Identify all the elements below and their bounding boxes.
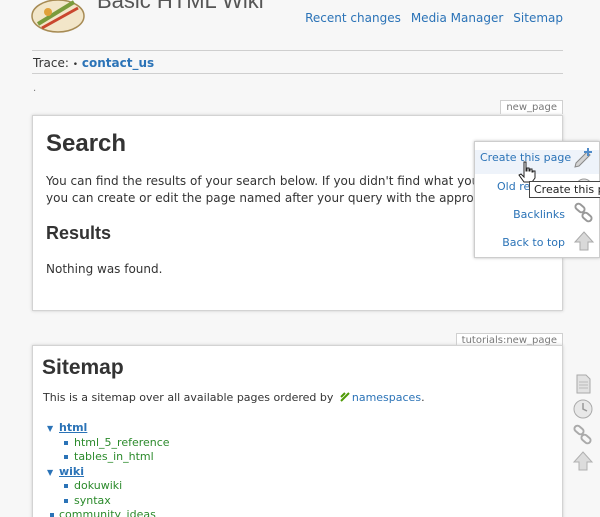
header-divider <box>32 50 563 51</box>
hand-cursor-icon <box>518 161 536 183</box>
namespace-html-link[interactable]: html <box>59 421 87 436</box>
namespace-wiki-link[interactable]: wiki <box>59 465 84 480</box>
recent-changes-link[interactable]: Recent changes <box>305 11 401 25</box>
wiki-logo <box>31 0 85 33</box>
arrow-up-icon[interactable] <box>572 450 594 472</box>
bullet-icon <box>50 513 54 517</box>
bullet-icon <box>64 484 68 488</box>
tree-page-row: html_5_reference <box>47 436 347 451</box>
page-title: Search <box>46 130 127 157</box>
page-tools-panel: Create this page Old re Backlinks Back t… <box>474 141 600 258</box>
tree-namespace-row: ▼ html <box>47 421 347 436</box>
page-link-community-ideas[interactable]: community_ideas <box>59 508 156 517</box>
sitemap-link[interactable]: Sitemap <box>513 11 563 25</box>
results-text: Nothing was found. <box>46 262 163 276</box>
trace-label: Trace: <box>33 56 69 70</box>
search-intro-line-2: you can create or edit the page named af… <box>46 191 474 205</box>
namespace-icon <box>340 392 350 402</box>
chain-link-icon[interactable] <box>573 202 595 224</box>
site-tools-nav: Recent changes Media Manager Sitemap <box>305 11 563 25</box>
results-heading: Results <box>46 223 112 243</box>
sitemap-tree: ▼ html html_5_reference tables_in_html ▼… <box>47 421 347 517</box>
tooltip: Create this pa <box>529 181 600 198</box>
arrow-up-icon[interactable] <box>573 230 595 252</box>
page-link-tables-in-html[interactable]: tables_in_html <box>74 450 154 465</box>
bullet-icon <box>64 498 68 503</box>
tree-namespace-row: ▼ wiki <box>47 465 347 480</box>
trace-divider <box>32 73 563 74</box>
back-to-top-tool[interactable]: Back to top <box>502 236 565 249</box>
clock-icon[interactable] <box>572 398 594 420</box>
chain-link-icon[interactable] <box>572 424 594 446</box>
sitemap-intro-end: . <box>421 391 425 404</box>
tree-page-row: syntax <box>47 494 347 509</box>
page-link-dokuwiki[interactable]: dokuwiki <box>74 479 122 494</box>
expanded-bullet-icon: ▼ <box>47 467 54 477</box>
media-manager-link[interactable]: Media Manager <box>411 11 503 25</box>
page-link-syntax[interactable]: syntax <box>74 494 111 509</box>
page-link-html-5-reference[interactable]: html_5_reference <box>74 436 170 451</box>
pencil-plus-icon[interactable] <box>573 146 595 168</box>
sitemap-intro: This is a sitemap over all available pag… <box>43 388 425 408</box>
site-title[interactable]: Basic HTML Wiki <box>97 0 264 14</box>
sitemap-title: Sitemap <box>42 356 124 379</box>
trace-contact-us-link[interactable]: contact_us <box>82 56 154 70</box>
sitemap-intro-text: This is a sitemap over all available pag… <box>43 391 334 404</box>
page-id-label: new_page <box>500 100 563 114</box>
sitemap-page-content: Sitemap This is a sitemap over all avail… <box>32 345 563 517</box>
backlinks-tool[interactable]: Backlinks <box>513 208 565 221</box>
file-icon[interactable] <box>572 373 594 395</box>
expanded-bullet-icon: ▼ <box>47 424 54 433</box>
breadcrumb: Trace: • contact_us <box>33 56 154 70</box>
tree-page-row: tables_in_html <box>47 450 347 465</box>
tree-page-row: dokuwiki <box>47 479 347 494</box>
trace-separator: • <box>72 60 79 70</box>
bullet-icon <box>64 455 68 459</box>
message-dot: . <box>33 83 37 94</box>
namespaces-link[interactable]: namespaces <box>352 391 421 404</box>
tree-page-row: community_ideas <box>47 508 347 517</box>
bullet-icon <box>64 440 68 445</box>
